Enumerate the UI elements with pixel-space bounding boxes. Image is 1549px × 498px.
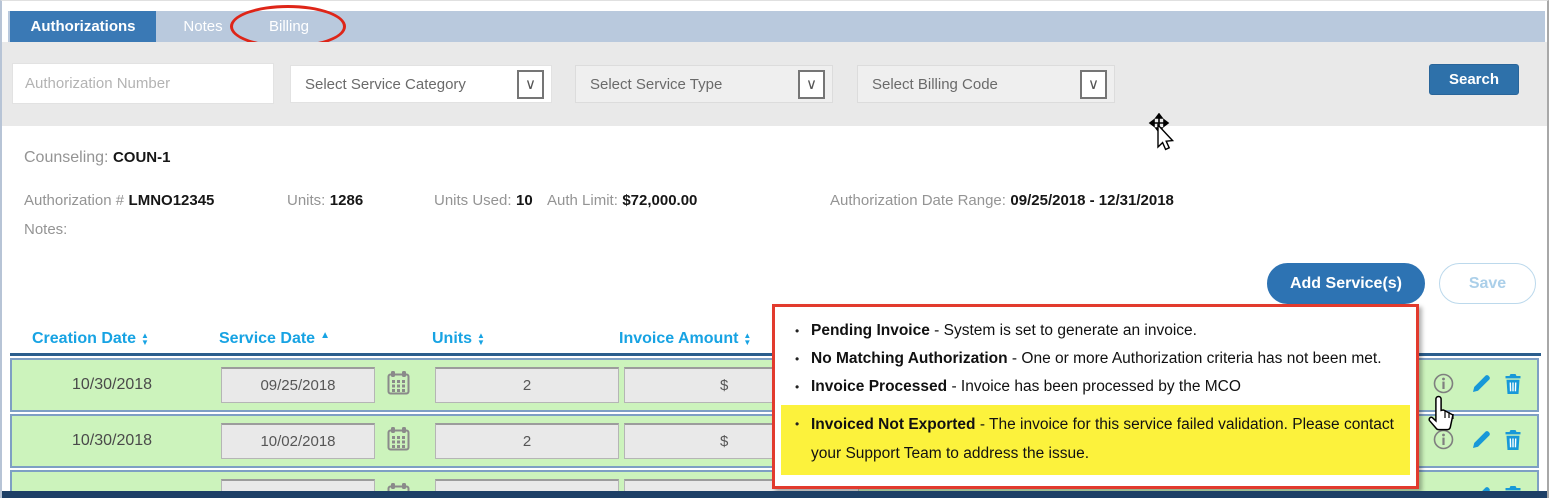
service-date-input[interactable] — [221, 367, 375, 403]
units-label: Units: — [287, 192, 326, 209]
add-services-button[interactable]: Add Service(s) — [1267, 263, 1425, 304]
auth-limit-value: $72,000.00 — [622, 192, 698, 209]
filter-bar: Select Service Category ∨ Select Service… — [2, 42, 1547, 126]
search-button[interactable]: Search — [1429, 64, 1519, 95]
auth-limit-label: Auth Limit: — [547, 192, 618, 209]
billing-code-value: Select Billing Code — [872, 76, 998, 93]
info-icon[interactable] — [1432, 373, 1454, 395]
column-header-invoice-amount[interactable]: Invoice Amount ▲ ▼ — [619, 330, 751, 348]
service-category-select[interactable]: Select Service Category ∨ — [290, 65, 552, 103]
legend-item: • No Matching Authorization - One or mor… — [775, 349, 1416, 369]
service-category-value: Select Service Category — [305, 76, 466, 93]
bullet-icon: • — [795, 380, 800, 394]
tab-authorizations[interactable]: Authorizations — [10, 11, 156, 42]
invoice-amount-header-label: Invoice Amount — [619, 330, 739, 347]
legend-item-highlighted: • Invoiced Not Exported - The invoice fo… — [781, 405, 1410, 475]
legend-term: No Matching Authorization — [811, 350, 1008, 367]
service-date-header-label: Service Date — [219, 330, 316, 347]
sort-icon: ▲ ▼ — [477, 330, 485, 347]
units-used: Units Used: 10 — [434, 192, 533, 210]
auth-number-value: LMNO12345 — [128, 192, 215, 209]
legend-desc: - Invoice has been processed by the MCO — [951, 378, 1241, 395]
save-button[interactable]: Save — [1439, 263, 1536, 304]
authorization-number: Authorization # LMNO12345 — [24, 192, 214, 210]
legend-term: Invoice Processed — [811, 378, 948, 395]
bullet-icon: • — [795, 324, 800, 338]
sort-icon: ▲ ▼ — [141, 330, 149, 347]
column-header-creation-date[interactable]: Creation Date ▲ ▼ — [32, 330, 149, 348]
chevron-down-icon[interactable]: ∨ — [517, 70, 544, 99]
legend-item: • Invoice Processed - Invoice has been p… — [775, 377, 1416, 397]
chevron-down-icon[interactable]: ∨ — [1080, 70, 1107, 99]
units-used-value: 10 — [515, 192, 533, 209]
service-date-input[interactable] — [221, 423, 375, 459]
units-value: 1286 — [329, 192, 364, 209]
creation-date-cell: 10/30/2018 — [71, 376, 153, 393]
creation-date-header-label: Creation Date — [32, 330, 137, 347]
legend-desc: - One or more Authorization criteria has… — [1011, 350, 1382, 367]
service-type-value: Select Service Type — [590, 76, 723, 93]
notes-label: Notes: — [24, 221, 68, 238]
delete-trash-icon[interactable] — [1502, 373, 1524, 395]
units-header-label: Units — [432, 330, 472, 347]
service-heading: Counseling: COUN-1 — [24, 149, 170, 167]
authorization-date-range: Authorization Date Range: 09/25/2018 - 1… — [830, 192, 1174, 210]
column-header-units[interactable]: Units ▲ ▼ — [432, 330, 485, 348]
service-label: Counseling: — [24, 149, 109, 166]
billing-screen: Authorizations Notes Billing Select Serv… — [0, 0, 1549, 498]
delete-trash-icon[interactable] — [1502, 429, 1524, 451]
calendar-icon[interactable] — [386, 426, 412, 454]
units-input[interactable] — [435, 367, 619, 403]
billing-code-select[interactable]: Select Billing Code ∨ — [857, 65, 1115, 103]
tab-bar: Authorizations Notes Billing — [8, 5, 1545, 48]
sort-ascending-icon: ▲ — [320, 330, 330, 341]
service-type-select[interactable]: Select Service Type ∨ — [575, 65, 833, 103]
sort-icon: ▲ ▼ — [743, 330, 752, 347]
bullet-icon: • — [795, 352, 800, 366]
legend-desc: - System is set to generate an invoice. — [934, 322, 1197, 339]
column-header-service-date[interactable]: Service Date ▲ — [219, 330, 330, 348]
units-input[interactable] — [435, 423, 619, 459]
units-total: Units: 1286 — [287, 192, 363, 210]
date-range-label: Authorization Date Range: — [830, 192, 1006, 209]
tab-notes[interactable]: Notes — [168, 11, 238, 42]
legend-term: Pending Invoice — [811, 322, 930, 339]
bottom-border-bar — [2, 491, 1547, 498]
bullet-icon: • — [795, 417, 800, 431]
calendar-icon[interactable] — [386, 370, 412, 398]
edit-pencil-icon[interactable] — [1470, 373, 1492, 395]
edit-pencil-icon[interactable] — [1470, 429, 1492, 451]
legend-item: • Pending Invoice - System is set to gen… — [775, 321, 1416, 341]
date-range-value: 09/25/2018 - 12/31/2018 — [1010, 192, 1174, 209]
chevron-down-icon[interactable]: ∨ — [798, 70, 825, 99]
authorization-number-input[interactable] — [12, 63, 274, 104]
info-icon[interactable] — [1432, 429, 1454, 451]
auth-limit: Auth Limit: $72,000.00 — [547, 192, 697, 210]
status-legend-tooltip: • Pending Invoice - System is set to gen… — [772, 304, 1419, 489]
units-used-label: Units Used: — [434, 192, 512, 209]
creation-date-cell: 10/30/2018 — [71, 432, 153, 449]
service-code: COUN-1 — [112, 149, 171, 166]
auth-number-label: Authorization # — [24, 192, 125, 209]
legend-term: Invoiced Not Exported — [811, 416, 976, 433]
